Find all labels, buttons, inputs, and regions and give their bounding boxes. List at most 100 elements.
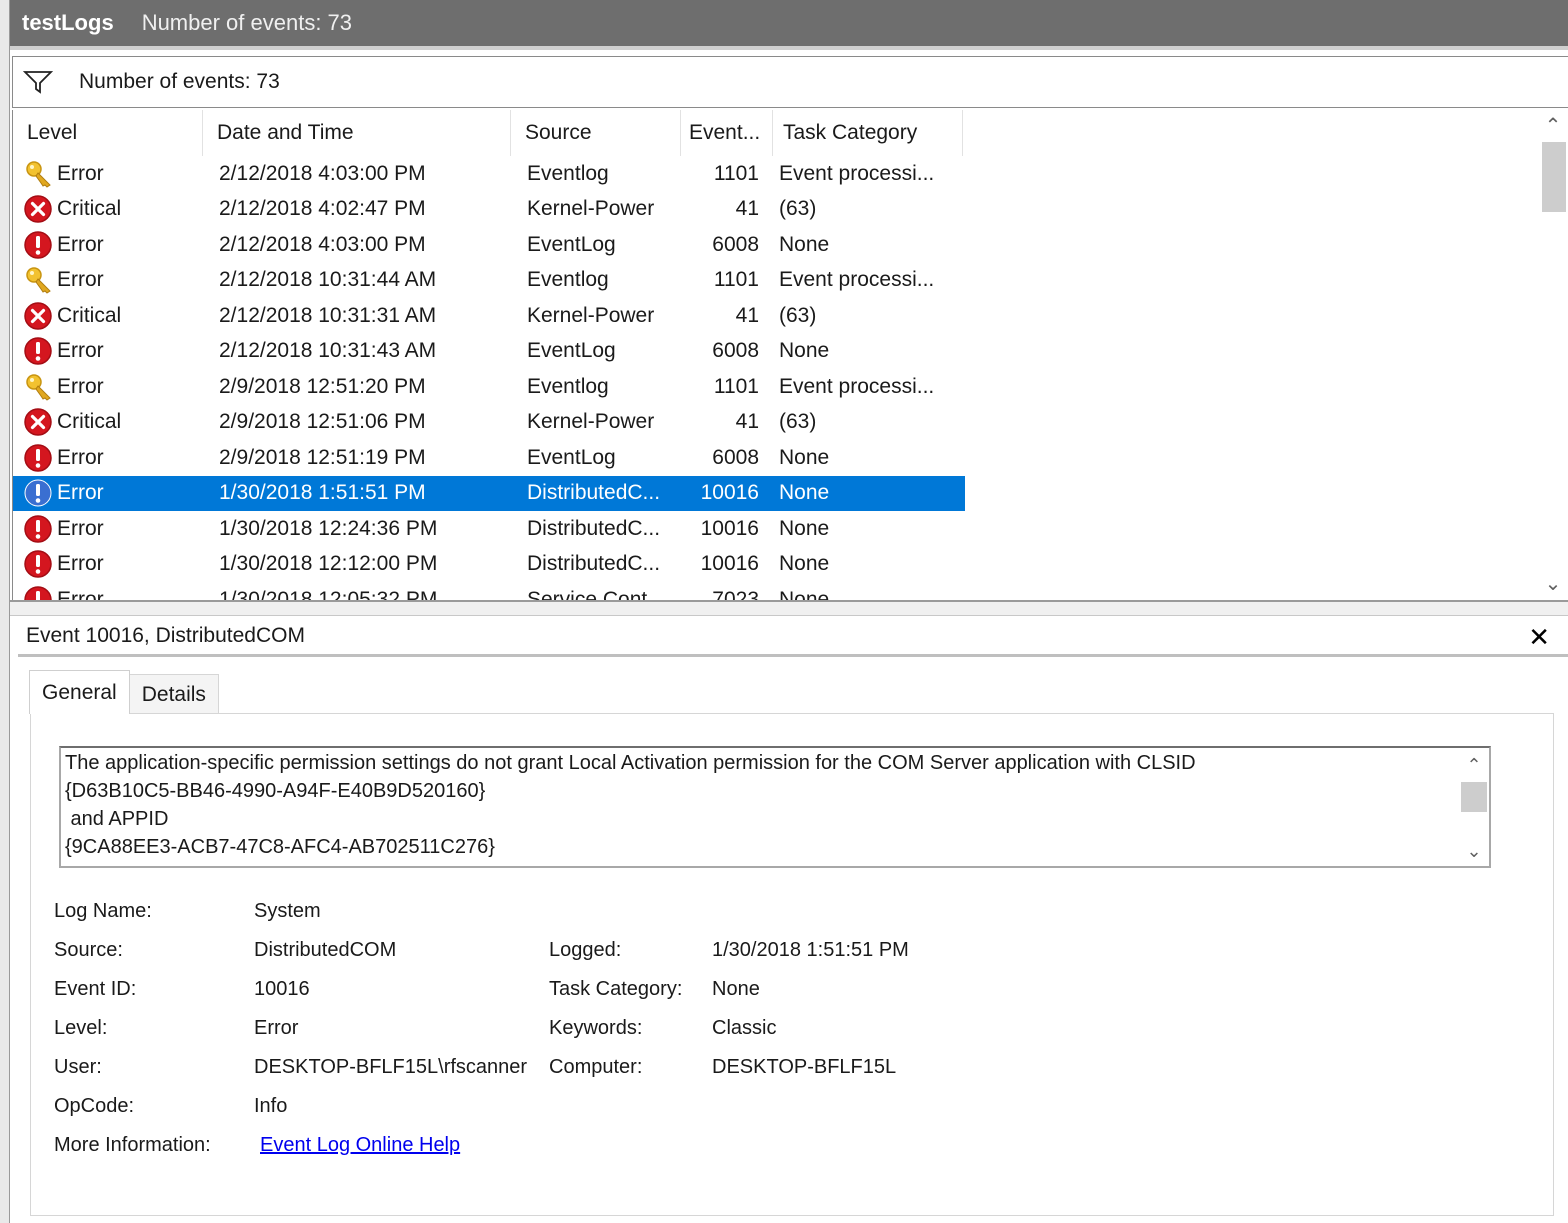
- source-cell: Kernel-Power: [527, 410, 655, 433]
- scroll-thumb[interactable]: [1461, 782, 1487, 812]
- event-id-cell: 41: [735, 197, 759, 220]
- event-id-cell: 1101: [713, 268, 759, 291]
- datetime-cell: 1/30/2018 1:51:51 PM: [219, 481, 426, 504]
- value-log-name: System: [254, 900, 321, 922]
- pane-splitter[interactable]: [10, 600, 1568, 616]
- task-category-cell: None: [779, 445, 830, 469]
- log-name-title: testLogs: [22, 10, 114, 35]
- table-row[interactable]: Error 1/30/2018 12:24:36 PM DistributedC..…: [13, 511, 965, 546]
- scroll-up-icon[interactable]: ⌃: [1538, 112, 1568, 140]
- level-text: Error: [57, 232, 104, 256]
- source-cell: DistributedC...: [527, 552, 661, 575]
- label-keywords: Keywords:: [549, 1017, 643, 1039]
- column-header-date-time[interactable]: Date and Time: [203, 110, 511, 156]
- level-text: Error: [57, 161, 104, 185]
- table-row[interactable]: Error 2/9/2018 12:51:20 PM Eventlog 1101 Eve…: [13, 369, 965, 404]
- task-category-cell: (63): [779, 197, 817, 220]
- event-id-cell: 7023: [712, 587, 759, 601]
- event-description[interactable]: The application-specific permission sett…: [59, 746, 1491, 868]
- value-keywords: Classic: [712, 1017, 777, 1039]
- label-logged: Logged:: [549, 939, 622, 961]
- datetime-cell: 2/9/2018 12:51:06 PM: [219, 410, 426, 433]
- error-icon: [23, 443, 53, 473]
- critical-icon: [23, 194, 53, 224]
- table-row[interactable]: Error 2/12/2018 10:31:43 AM EventLog 6008 No…: [13, 334, 965, 369]
- scroll-thumb[interactable]: [1542, 142, 1566, 212]
- table-row[interactable]: Error 1/30/2018 12:12:00 PM DistributedC..…: [13, 547, 965, 582]
- level-text: Error: [57, 587, 104, 601]
- table-row[interactable]: Critical 2/9/2018 12:51:06 PM Kernel-Power…: [13, 405, 965, 440]
- event-id-cell: 10016: [700, 481, 759, 504]
- scroll-down-icon[interactable]: ⌄: [1459, 838, 1489, 864]
- table-row[interactable]: Error 2/12/2018 4:03:00 PM EventLog 6008 Non…: [13, 227, 965, 262]
- level-cell: Error: [13, 230, 203, 260]
- level-text: Error: [57, 445, 104, 469]
- table-row[interactable]: Critical 2/12/2018 10:31:31 AM Kernel-Powe…: [13, 298, 965, 333]
- task-category-cell: Event processi...: [779, 161, 935, 185]
- source-cell: DistributedC...: [527, 481, 661, 504]
- column-header-level[interactable]: Level: [13, 110, 203, 156]
- value-task-category: None: [712, 978, 760, 1000]
- label-source: Source:: [54, 939, 123, 961]
- label-level: Level:: [54, 1017, 108, 1039]
- level-cell: Error: [13, 585, 203, 601]
- close-icon[interactable]: ✕: [1528, 617, 1550, 657]
- task-category-cell: (63): [779, 410, 817, 433]
- label-opcode: OpCode:: [54, 1095, 135, 1117]
- filter-event-count: Number of events: 73: [79, 70, 280, 93]
- tab-general[interactable]: General: [29, 670, 130, 714]
- funnel-icon[interactable]: [23, 69, 53, 95]
- event-log-online-help-link[interactable]: Event Log Online Help: [260, 1134, 460, 1157]
- column-header-task-category[interactable]: Task Category: [773, 110, 963, 156]
- value-user: DESKTOP-BFLF15L\rfscanner: [254, 1056, 528, 1078]
- source-cell: EventLog: [527, 232, 616, 256]
- level-cell: Error: [13, 336, 203, 366]
- event-id-cell: 6008: [712, 445, 759, 469]
- detail-tabs: General Details: [29, 670, 219, 714]
- level-cell: Error: [13, 159, 203, 189]
- datetime-cell: 1/30/2018 12:05:32 PM: [219, 587, 438, 601]
- description-line: and APPID: [65, 808, 169, 830]
- source-cell: Eventlog: [527, 161, 609, 185]
- source-cell: Kernel-Power: [527, 197, 655, 220]
- key-icon: [23, 265, 53, 295]
- description-line: The application-specific permission sett…: [65, 752, 1196, 774]
- task-category-cell: None: [779, 232, 830, 256]
- column-header-event-id[interactable]: Event...: [681, 110, 773, 156]
- table-row[interactable]: Error 1/30/2018 1:51:51 PM DistributedC...…: [13, 475, 965, 511]
- table-row[interactable]: Error 2/12/2018 4:03:00 PM Eventlog 1101 Eve…: [13, 156, 965, 191]
- event-id-cell: 10016: [700, 516, 759, 540]
- events-grid[interactable]: Level Date and Time Source Event... Task…: [12, 110, 1568, 600]
- event-id-cell: 6008: [712, 339, 759, 362]
- label-computer: Computer:: [549, 1056, 643, 1078]
- scroll-down-icon[interactable]: ⌄: [1538, 570, 1568, 598]
- table-row[interactable]: Error 1/30/2018 12:05:32 PM Service Cont..…: [13, 582, 965, 600]
- datetime-cell: 2/12/2018 4:02:47 PM: [219, 197, 426, 220]
- datetime-cell: 2/12/2018 10:31:44 AM: [219, 268, 437, 291]
- datetime-cell: 2/12/2018 10:31:31 AM: [219, 303, 437, 327]
- datetime-cell: 1/30/2018 12:24:36 PM: [219, 516, 438, 540]
- table-row[interactable]: Error 2/9/2018 12:51:19 PM EventLog 6008 Non…: [13, 440, 965, 475]
- scroll-up-icon[interactable]: ⌃: [1459, 752, 1489, 778]
- column-header-source[interactable]: Source: [511, 110, 681, 156]
- table-row[interactable]: Critical 2/12/2018 4:02:47 PM Kernel-Power…: [13, 192, 965, 227]
- event-id-cell: 6008: [712, 232, 759, 256]
- description-scrollbar[interactable]: ⌃ ⌄: [1459, 748, 1489, 866]
- tab-details[interactable]: Details: [128, 674, 219, 714]
- datetime-cell: 2/12/2018 4:03:00 PM: [219, 232, 426, 256]
- level-text: Error: [57, 374, 104, 398]
- grid-scrollbar[interactable]: ⌃ ⌄: [1538, 110, 1568, 600]
- level-text: Error: [57, 552, 104, 575]
- event-id-cell: 41: [735, 410, 759, 433]
- value-opcode: Info: [254, 1095, 288, 1117]
- value-logged: 1/30/2018 1:51:51 PM: [712, 939, 909, 961]
- level-text: Critical: [57, 197, 122, 220]
- general-tab-panel: The application-specific permission sett…: [30, 713, 1554, 1216]
- level-cell: Error: [13, 478, 203, 508]
- left-border: [0, 0, 10, 1223]
- table-row[interactable]: Error 2/12/2018 10:31:44 AM Eventlog 1101 Ev…: [13, 263, 965, 298]
- value-source: DistributedCOM: [254, 939, 397, 961]
- level-cell: Error: [13, 443, 203, 473]
- level-cell: Error: [13, 514, 203, 544]
- level-cell: Error: [13, 265, 203, 295]
